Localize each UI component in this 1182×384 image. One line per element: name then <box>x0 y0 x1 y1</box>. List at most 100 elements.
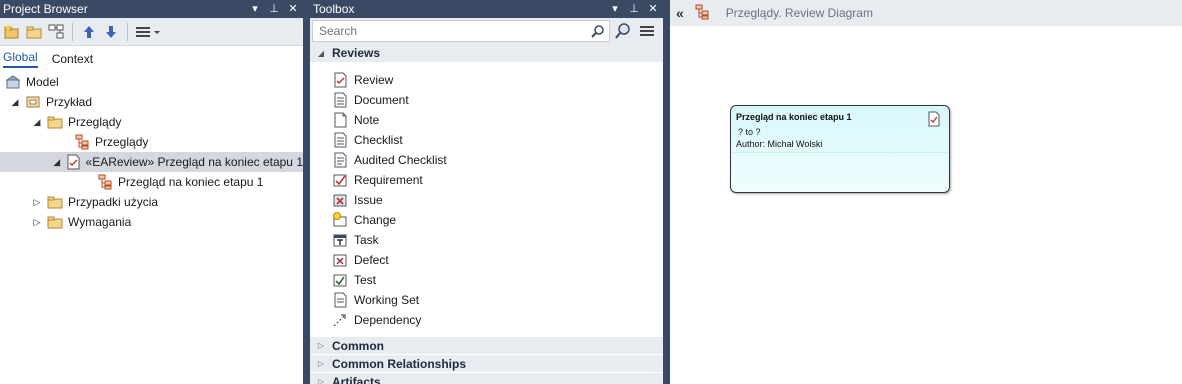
section-title: Reviews <box>332 46 381 60</box>
toolbox-item-label: Change <box>354 213 397 227</box>
tree-label: Przeglądy <box>95 135 149 149</box>
diagram-icon <box>694 4 710 23</box>
close-icon[interactable]: ✕ <box>647 0 659 18</box>
section-title: Common <box>332 338 384 353</box>
expand-toggle-icon[interactable]: ▷ <box>31 216 43 228</box>
toolbox-item-working-set[interactable]: Working Set <box>310 290 663 310</box>
tree-item-review[interactable]: ◢ «EAReview» Przegląd na koniec etapu 1 <box>0 152 303 172</box>
toolbox-item-requirement[interactable]: Requirement <box>310 170 663 190</box>
toolbox-item-label: Task <box>354 233 379 247</box>
pin-icon[interactable]: ⊥ <box>628 0 640 18</box>
tab-context[interactable]: Context <box>52 52 93 66</box>
toolbox-item-label: Checklist <box>354 133 403 147</box>
close-icon[interactable]: ✕ <box>287 0 299 18</box>
diagram-icon <box>74 134 90 150</box>
new-package-icon[interactable] <box>3 23 21 41</box>
dropdown-icon[interactable]: ▾ <box>609 0 621 18</box>
working-set-icon <box>332 292 348 308</box>
tree-item-model[interactable]: Model <box>0 72 303 92</box>
tree-item-przyklad[interactable]: ◢ Przykład <box>0 92 303 112</box>
pin-icon[interactable]: ⊥ <box>268 0 280 18</box>
toolbox-item-label: Note <box>354 113 380 127</box>
toolbox-item-review[interactable]: Review <box>310 70 663 90</box>
collapse-left-icon[interactable]: « <box>676 5 684 21</box>
menu-icon[interactable] <box>135 23 163 41</box>
new-folder-icon[interactable] <box>25 23 43 41</box>
section-header-artifacts[interactable]: ▷ Artifacts <box>310 372 663 384</box>
dependency-icon <box>332 312 348 328</box>
toolbox-item-test[interactable]: Test <box>310 270 663 290</box>
move-down-icon[interactable] <box>102 23 120 41</box>
element-author: Author: Michał Wolski <box>736 139 823 149</box>
task-icon <box>332 232 348 248</box>
diagram-header: « Przeglądy. Review Diagram <box>670 0 1182 26</box>
find-icon[interactable] <box>612 22 634 40</box>
review-icon <box>332 72 348 88</box>
tree-label: Przypadki użycia <box>68 195 159 209</box>
tab-global[interactable]: Global <box>3 50 38 68</box>
tree-item-przypadki[interactable]: ▷ Przypadki użycia <box>0 192 303 212</box>
expand-arrow-icon: ▷ <box>317 341 325 350</box>
search-icon[interactable] <box>591 24 605 41</box>
toolbox-item-dependency[interactable]: Dependency <box>310 310 663 330</box>
audited-checklist-icon <box>332 152 348 168</box>
diagram-icon <box>97 174 113 190</box>
new-diagram-icon[interactable] <box>47 23 65 41</box>
toolbox-item-defect[interactable]: Defect <box>310 250 663 270</box>
tree-item-wymagania[interactable]: ▷ Wymagania <box>0 212 303 232</box>
collapse-arrow-icon: ◢ <box>317 48 325 58</box>
expand-toggle-icon[interactable]: ◢ <box>53 156 61 168</box>
search-input[interactable] <box>313 21 583 41</box>
change-icon <box>332 212 348 228</box>
toolbox-titlebar: Toolbox ▾ ⊥ ✕ <box>310 0 663 18</box>
toolbox-item-audited-checklist[interactable]: Audited Checklist <box>310 150 663 170</box>
review-icon <box>927 111 941 130</box>
section-title: Common Relationships <box>332 356 467 371</box>
expand-toggle-icon[interactable]: ◢ <box>9 96 21 108</box>
review-element[interactable]: Przegląd na koniec etapu 1 ? to ? Author… <box>730 105 950 193</box>
project-tree: Model ◢ Przykład ◢ Przeglądy Przeglądy ◢ <box>0 72 303 232</box>
issue-icon <box>332 192 348 208</box>
expand-arrow-icon: ▷ <box>317 377 325 384</box>
tree-label: Wymagania <box>68 215 132 229</box>
section-header-common[interactable]: ▷ Common <box>310 336 663 354</box>
section-title: Artifacts <box>332 374 381 384</box>
requirement-icon <box>332 172 348 188</box>
tree-label: Przykład <box>46 95 93 109</box>
toolbox-item-issue[interactable]: Issue <box>310 190 663 210</box>
tree-item-przeglady-diagram[interactable]: Przeglądy <box>0 132 303 152</box>
element-separator <box>733 152 947 153</box>
document-icon <box>332 92 348 108</box>
element-title: Przegląd na koniec etapu 1 <box>736 112 852 122</box>
toolbox-item-task[interactable]: Task <box>310 230 663 250</box>
project-browser-title: Project Browser <box>3 2 88 16</box>
toolbox-item-checklist[interactable]: Checklist <box>310 130 663 150</box>
project-browser-titlebar: Project Browser ▾ ⊥ ✕ <box>0 0 303 18</box>
toolbox-item-document[interactable]: Document <box>310 90 663 110</box>
tree-label: Przegląd na koniec etapu 1 <box>118 175 264 189</box>
menu-icon[interactable] <box>636 22 658 40</box>
toolbox-item-label: Working Set <box>354 293 420 307</box>
tree-item-przeglady-folder[interactable]: ◢ Przeglądy <box>0 112 303 132</box>
diagram-canvas[interactable]: Przegląd na koniec etapu 1 ? to ? Author… <box>670 26 1182 384</box>
tree-label: Przeglądy <box>68 115 122 129</box>
section-header-common-relationships[interactable]: ▷ Common Relationships <box>310 354 663 372</box>
toolbox-item-label: Issue <box>354 193 383 207</box>
search-box <box>312 20 610 42</box>
toolbox-item-label: Document <box>354 93 409 107</box>
expand-toggle-icon[interactable]: ◢ <box>31 116 43 128</box>
toolbar-separator <box>72 22 73 41</box>
tree-item-review-diagram[interactable]: Przegląd na koniec etapu 1 <box>0 172 303 192</box>
note-icon <box>332 112 348 128</box>
tree-label: «EAReview» Przegląd na koniec etapu 1 <box>85 155 303 169</box>
dropdown-icon[interactable]: ▾ <box>249 0 261 18</box>
move-up-icon[interactable] <box>80 23 98 41</box>
expand-toggle-icon[interactable]: ▷ <box>31 196 43 208</box>
tree-label: Model <box>26 75 59 89</box>
project-browser-tabs: Global Context <box>0 46 303 72</box>
toolbox-item-note[interactable]: Note <box>310 110 663 130</box>
section-header-reviews[interactable]: ◢ Reviews <box>310 44 663 62</box>
breadcrumb: Przeglądy. Review Diagram <box>725 6 873 20</box>
toolbox-item-change[interactable]: Change <box>310 210 663 230</box>
expand-arrow-icon: ▷ <box>317 359 325 368</box>
